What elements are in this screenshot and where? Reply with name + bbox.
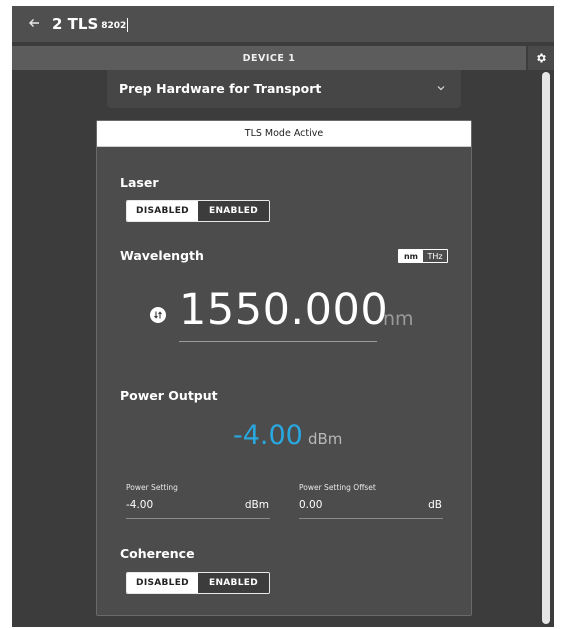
power-offset-unit: dB	[428, 499, 442, 511]
unit-thz-option[interactable]: THz	[423, 250, 447, 262]
laser-title: Laser	[120, 175, 159, 190]
device-tab[interactable]: DEVICE 1	[12, 46, 526, 70]
wavelength-unit: nm	[383, 308, 414, 330]
coherence-title: Coherence	[120, 546, 195, 561]
power-output-unit: dBm	[308, 430, 343, 448]
power-setting-unit: dBm	[244, 499, 269, 511]
coherence-enabled-option[interactable]: ENABLED	[198, 573, 269, 593]
power-output-value: -4.00	[233, 420, 303, 451]
app-title: 2 TLS	[52, 15, 99, 33]
prep-hardware-title: Prep Hardware for Transport	[119, 81, 322, 96]
tls-card: TLS Mode Active Laser DISABLED ENABLED W…	[96, 120, 472, 616]
power-setting-input[interactable]: -4.00	[126, 499, 153, 511]
coherence-toggle: DISABLED ENABLED	[126, 572, 270, 594]
laser-enabled-option[interactable]: ENABLED	[198, 201, 269, 221]
top-bar: 2 TLS 8202	[12, 6, 554, 42]
swap-icon[interactable]	[150, 307, 166, 323]
power-setting-underline	[126, 518, 270, 519]
laser-disabled-option[interactable]: DISABLED	[127, 201, 198, 221]
text-cursor	[127, 18, 129, 32]
power-offset-input[interactable]: 0.00	[299, 499, 322, 511]
scrollbar-thumb[interactable]	[542, 72, 550, 624]
card-header: TLS Mode Active	[97, 121, 471, 147]
laser-toggle: DISABLED ENABLED	[126, 200, 270, 222]
chevron-down-icon[interactable]	[437, 83, 445, 94]
power-offset-label: Power Setting Offset	[299, 483, 376, 492]
wavelength-unit-toggle: nm THz	[398, 249, 448, 263]
app-window: 2 TLS 8202 DEVICE 1 Prep Hardware for Tr…	[12, 6, 554, 627]
wavelength-value[interactable]: 1550.000	[179, 285, 388, 335]
gear-icon	[537, 53, 546, 63]
wavelength-underline	[179, 341, 377, 342]
unit-nm-option[interactable]: nm	[399, 250, 423, 262]
power-output-title: Power Output	[120, 388, 218, 403]
power-setting-label: Power Setting	[126, 483, 178, 492]
scrollbar-track[interactable]	[542, 72, 550, 624]
prep-hardware-panel[interactable]: Prep Hardware for Transport	[107, 70, 461, 108]
settings-button[interactable]	[528, 46, 554, 70]
app-subtitle: 8202	[101, 21, 127, 31]
wavelength-title: Wavelength	[120, 248, 204, 263]
power-offset-underline	[299, 518, 443, 519]
arrow-left-icon[interactable]	[28, 17, 42, 32]
coherence-disabled-option[interactable]: DISABLED	[127, 573, 198, 593]
